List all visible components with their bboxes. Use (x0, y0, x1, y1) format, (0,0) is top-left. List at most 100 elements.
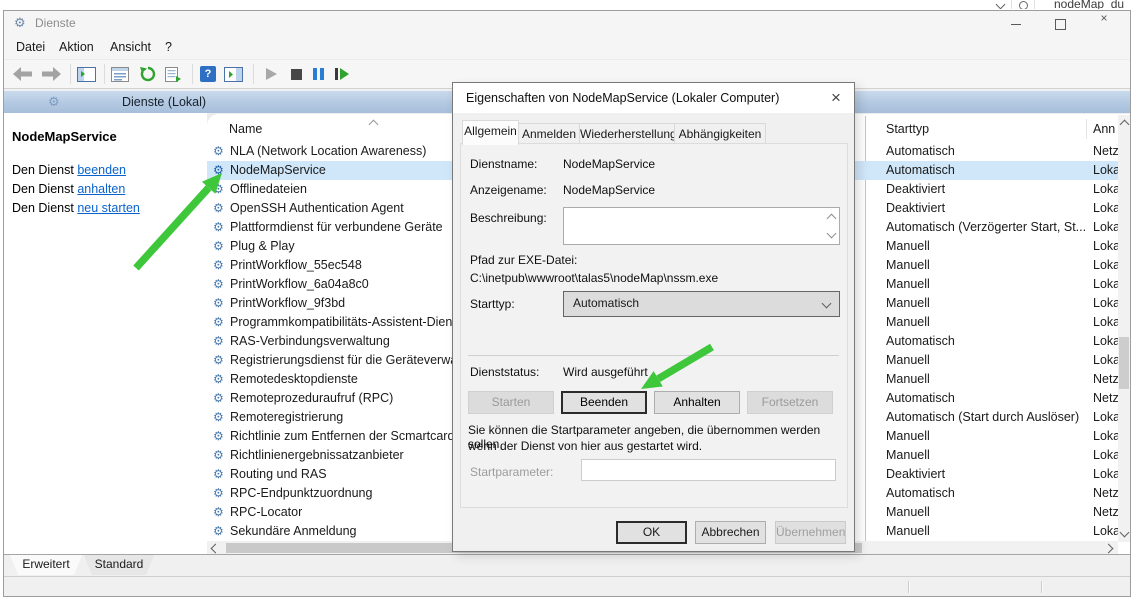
vertical-scroll-thumb[interactable] (1119, 337, 1129, 389)
show-action-pane-icon[interactable] (222, 64, 244, 84)
menu-ansicht[interactable]: Ansicht (110, 40, 151, 54)
chevron-down-icon[interactable] (996, 0, 1006, 9)
refresh-icon[interactable] (1019, 1, 1028, 9)
scroll-right-icon[interactable] (1104, 544, 1114, 554)
dienstname-value: NodeMapService (563, 157, 655, 171)
service-anmelden: Loka (1093, 351, 1119, 370)
service-gear-icon: ⚙ (213, 294, 224, 313)
service-gear-icon: ⚙ (213, 142, 224, 161)
fortsetzen-button[interactable]: Fortsetzen (747, 391, 833, 414)
startparameter-input[interactable] (581, 459, 836, 481)
tab-standard[interactable]: Standard (84, 555, 154, 575)
restart-service-icon[interactable] (331, 64, 353, 84)
stop-service-icon[interactable] (285, 64, 307, 84)
action-line: Den Dienst anhalten (12, 182, 125, 196)
anhalten-button[interactable]: Anhalten (654, 391, 740, 414)
ok-button[interactable]: OK (616, 521, 687, 544)
maximize-button[interactable] (1038, 11, 1082, 36)
help-icon[interactable]: ? (197, 64, 219, 84)
service-starttyp: Deaktiviert (886, 180, 1086, 199)
beschreibung-input[interactable] (563, 207, 840, 245)
service-starttyp: Automatisch (886, 161, 1086, 180)
desc-scroll-up-icon[interactable] (827, 214, 837, 224)
dialog-close-icon[interactable]: × (822, 85, 850, 111)
service-gear-icon: ⚙ (213, 408, 224, 427)
service-starttyp: Automatisch (886, 332, 1086, 351)
dialog-title: Eigenschaften von NodeMapService (Lokale… (466, 91, 779, 105)
column-separator (1086, 119, 1087, 139)
status-bar (4, 576, 1130, 596)
properties-icon[interactable] (109, 64, 131, 84)
tab-erweitert[interactable]: Erweitert (10, 555, 82, 575)
service-anmelden: Netz (1093, 503, 1119, 522)
pause-service-icon[interactable] (307, 64, 329, 84)
service-anmelden: Loka (1093, 275, 1119, 294)
restart-service-link[interactable]: neu starten (77, 201, 140, 215)
service-gear-icon: ⚙ (213, 180, 224, 199)
tab-anmelden[interactable]: Anmelden (518, 123, 580, 144)
menu-aktion[interactable]: Aktion (59, 40, 94, 54)
tab-wiederherstellung[interactable]: Wiederherstellung (579, 123, 675, 144)
pause-service-link[interactable]: anhalten (77, 182, 125, 196)
selected-service-title: NodeMapService (12, 129, 117, 144)
export-list-icon[interactable] (163, 64, 185, 84)
service-gear-icon: ⚙ (213, 522, 224, 541)
column-header-name[interactable]: Name (229, 122, 262, 136)
stop-service-link[interactable]: beenden (77, 163, 126, 177)
starten-button[interactable]: Starten (468, 391, 554, 414)
service-starttyp: Manuell (886, 313, 1086, 332)
tab-abhaengigkeiten[interactable]: Abhängigkeiten (674, 123, 766, 144)
forward-icon[interactable] (40, 64, 62, 84)
tab-allgemein[interactable]: Allgemein (462, 120, 519, 145)
service-gear-icon: ⚙ (213, 427, 224, 446)
service-anmelden: Netz (1093, 484, 1119, 503)
beenden-button[interactable]: Beenden (561, 391, 647, 414)
service-starttyp: Manuell (886, 370, 1086, 389)
service-anmelden: Loka (1093, 465, 1119, 484)
sort-ascending-icon (369, 120, 379, 130)
dienststatus-label: Dienststatus: (470, 365, 539, 379)
scroll-down-icon[interactable] (1120, 528, 1130, 538)
services-node-icon: ⚙ (48, 94, 60, 110)
anzeigename-value: NodeMapService (563, 183, 655, 197)
window-title: Dienste (35, 16, 76, 30)
service-anmelden: Loka (1093, 237, 1119, 256)
vertical-scrollbar[interactable] (1118, 115, 1130, 542)
service-gear-icon: ⚙ (213, 351, 224, 370)
refresh-icon[interactable] (137, 64, 159, 84)
divider (1011, 0, 1012, 9)
service-starttyp: Manuell (886, 503, 1086, 522)
dienststatus-value: Wird ausgeführt (563, 365, 648, 379)
minimize-button[interactable] (994, 11, 1038, 36)
scroll-up-icon[interactable] (1120, 120, 1130, 130)
service-gear-icon: ⚙ (213, 503, 224, 522)
starttyp-label: Starttyp: (470, 297, 515, 311)
menu-datei[interactable]: Datei (16, 40, 45, 54)
service-gear-icon: ⚙ (213, 256, 224, 275)
show-console-tree-icon[interactable] (75, 64, 97, 84)
abbrechen-button[interactable]: Abbrechen (695, 521, 766, 544)
service-gear-icon: ⚙ (213, 313, 224, 332)
service-anmelden: Loka (1093, 199, 1119, 218)
back-icon[interactable] (12, 64, 34, 84)
dialog-title-bar: Eigenschaften von NodeMapService (Lokale… (453, 83, 854, 113)
scroll-left-icon[interactable] (211, 544, 221, 554)
service-gear-icon: ⚙ (213, 275, 224, 294)
beschreibung-label: Beschreibung: (470, 211, 547, 225)
desc-scroll-down-icon[interactable] (827, 229, 837, 239)
service-gear-icon: ⚙ (213, 199, 224, 218)
service-starttyp: Manuell (886, 275, 1086, 294)
service-starttyp: Manuell (886, 351, 1086, 370)
view-tabs-bar: Erweitert Standard (4, 554, 1130, 577)
column-header-starttyp[interactable]: Starttyp (886, 122, 929, 136)
starttyp-dropdown[interactable]: Automatisch (563, 291, 840, 317)
column-header-anmelden[interactable]: Ann (1093, 122, 1115, 136)
start-service-icon[interactable] (260, 64, 282, 84)
uebernehmen-button[interactable]: Übernehmen (775, 521, 846, 544)
service-anmelden: Loka (1093, 446, 1119, 465)
close-button[interactable]: × (1082, 11, 1126, 36)
service-anmelden: Loka (1093, 256, 1119, 275)
menu-hilfe[interactable]: ? (165, 40, 172, 54)
service-starttyp: Automatisch (886, 484, 1086, 503)
service-anmelden: Loka (1093, 294, 1119, 313)
